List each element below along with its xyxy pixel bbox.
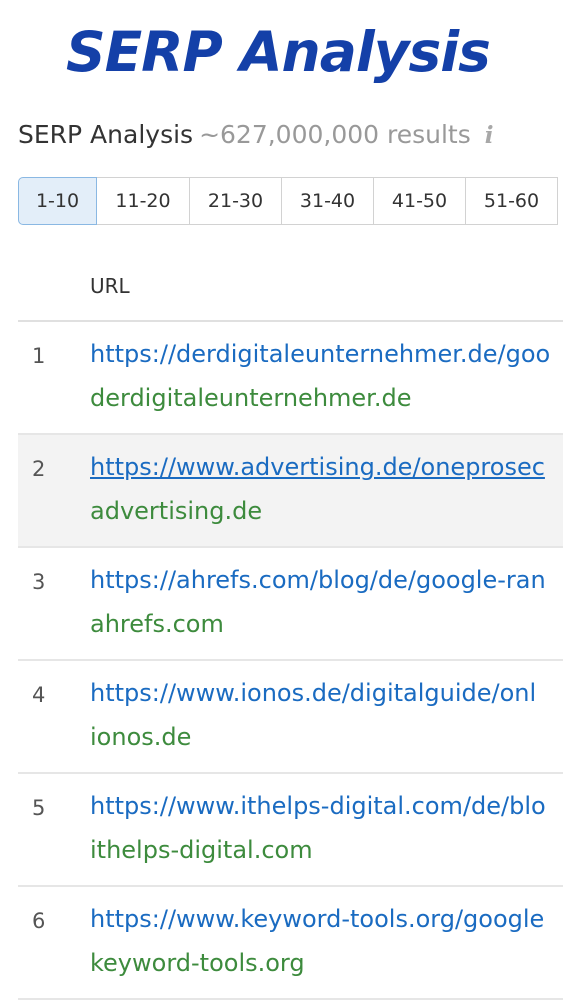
- page-button-41-50[interactable]: 41-50: [373, 177, 466, 225]
- result-domain: ahrefs.com: [90, 610, 224, 638]
- results-count: ~627,000,000 results: [199, 120, 471, 149]
- table-row: 2 https://www.advertising.de/oneprosec a…: [18, 435, 563, 548]
- result-domain: keyword-tools.org: [90, 949, 305, 977]
- result-url-link[interactable]: https://derdigitaleunternehmer.de/goo: [90, 340, 550, 368]
- page-button-1-10[interactable]: 1-10: [18, 177, 97, 225]
- table-row: 4 https://www.ionos.de/digitalguide/onl …: [18, 661, 563, 774]
- row-number: 2: [32, 457, 46, 481]
- row-number: 4: [32, 683, 46, 707]
- table-row: 3 https://ahrefs.com/blog/de/google-ran …: [18, 548, 563, 661]
- page-button-11-20[interactable]: 11-20: [96, 177, 190, 225]
- result-domain: advertising.de: [90, 497, 263, 525]
- serp-header: SERP Analysis ~627,000,000 results i: [18, 120, 494, 149]
- table-row: 5 https://www.ithelps-digital.com/de/blo…: [18, 774, 563, 887]
- pagination: 1-10 11-20 21-30 31-40 41-50 51-60: [18, 177, 558, 225]
- result-url-link[interactable]: https://www.ionos.de/digitalguide/onl: [90, 679, 536, 707]
- result-domain: ionos.de: [90, 723, 192, 751]
- page-button-51-60[interactable]: 51-60: [465, 177, 558, 225]
- banner-title: SERP Analysis: [66, 20, 491, 84]
- row-number: 3: [32, 570, 46, 594]
- result-url-link[interactable]: https://www.ithelps-digital.com/de/blo: [90, 792, 546, 820]
- row-number: 6: [32, 909, 46, 933]
- row-number: 1: [32, 344, 46, 368]
- result-domain: derdigitaleunternehmer.de: [90, 384, 412, 412]
- table-row: 1 https://derdigitaleunternehmer.de/goo …: [18, 322, 563, 435]
- result-url-link[interactable]: https://www.keyword-tools.org/google: [90, 905, 544, 933]
- serp-title: SERP Analysis: [18, 120, 194, 149]
- table-row: 6 https://www.keyword-tools.org/google k…: [18, 887, 563, 1000]
- row-number: 5: [32, 796, 46, 820]
- result-url-link[interactable]: https://www.advertising.de/oneprosec: [90, 453, 545, 481]
- result-url-link[interactable]: https://ahrefs.com/blog/de/google-ran: [90, 566, 546, 594]
- column-header-url[interactable]: URL: [90, 274, 130, 298]
- results-table: 1 https://derdigitaleunternehmer.de/goo …: [18, 322, 563, 1000]
- page-button-21-30[interactable]: 21-30: [189, 177, 282, 225]
- result-domain: ithelps-digital.com: [90, 836, 313, 864]
- info-icon[interactable]: i: [485, 122, 494, 149]
- page-button-31-40[interactable]: 31-40: [281, 177, 374, 225]
